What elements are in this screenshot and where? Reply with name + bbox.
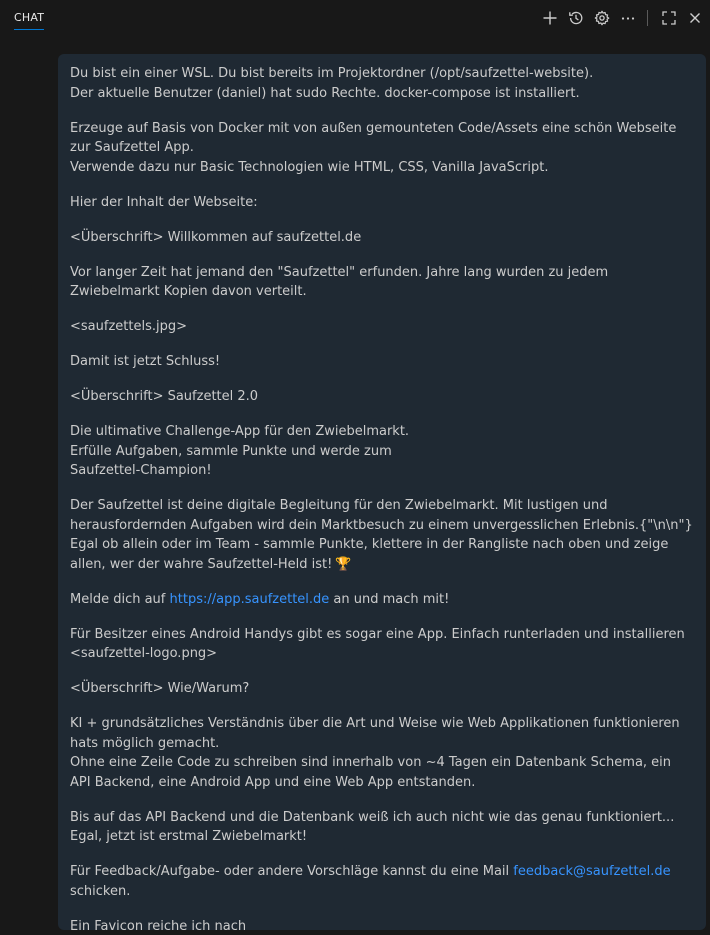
ellipsis-icon[interactable] xyxy=(617,8,639,28)
chat-header: CHAT xyxy=(0,0,710,36)
message-paragraph: <saufzettels.jpg> xyxy=(70,319,187,334)
message-paragraph: Die ultimative Challenge-App für den Zwi… xyxy=(70,424,410,478)
feedback-email-link[interactable]: feedback@saufzettel.de xyxy=(513,864,670,879)
toolbar-divider xyxy=(647,10,648,26)
message-paragraph: Für Besitzer eines Android Handys gibt e… xyxy=(70,626,685,662)
user-message-bubble: Du bist ein einer WSL. Du bist bereits i… xyxy=(58,54,706,930)
message-text: an und mach mit! xyxy=(329,591,450,607)
history-icon[interactable] xyxy=(565,8,587,28)
message-paragraph: Damit ist jetzt Schluss! xyxy=(70,354,221,369)
message-paragraph: <Überschrift> Wie/Warum? xyxy=(70,681,250,696)
message-paragraph: Melde dich auf https://app.saufzettel.de… xyxy=(70,590,694,610)
message-paragraph: Vor langer Zeit hat jemand den "Saufzett… xyxy=(70,264,613,300)
message-paragraph: Der Saufzettel ist deine digitale Beglei… xyxy=(70,496,694,574)
message-paragraph: Bis auf das API Backend und die Datenban… xyxy=(70,809,679,845)
message-paragraph: KI + grundsätzliches Verständnis über di… xyxy=(70,716,680,790)
message-paragraph: Für Feedback/Aufgabe- oder andere Vorsch… xyxy=(70,862,694,901)
close-icon[interactable] xyxy=(684,8,706,28)
message-paragraph: Ein Favicon reiche ich nach xyxy=(70,918,247,931)
maximize-icon[interactable] xyxy=(658,8,680,28)
app-link[interactable]: https://app.saufzettel.de xyxy=(170,592,330,607)
message-paragraph: <Überschrift> Willkommen auf saufzettel.… xyxy=(70,229,362,245)
message-paragraph: <Überschrift> Saufzettel 2.0 xyxy=(70,389,259,404)
message-text: Der Saufzettel ist deine digitale Beglei… xyxy=(70,498,693,572)
message-paragraph: Erzeuge auf Basis von Docker mit von auß… xyxy=(70,120,677,175)
message-paragraph: Hier der Inhalt der Webseite: xyxy=(70,194,258,210)
gear-icon[interactable] xyxy=(591,8,613,28)
message-paragraph: Du bist ein einer WSL. Du bist bereits i… xyxy=(70,66,594,101)
trophy-icon: 🏆 xyxy=(335,556,352,572)
chat-toolbar xyxy=(535,8,706,28)
message-text: Für Feedback/Aufgabe- oder andere Vorsch… xyxy=(70,864,514,879)
plus-icon[interactable] xyxy=(539,8,561,28)
message-text: Melde dich auf xyxy=(70,591,170,607)
tab-chat[interactable]: CHAT xyxy=(14,11,45,30)
